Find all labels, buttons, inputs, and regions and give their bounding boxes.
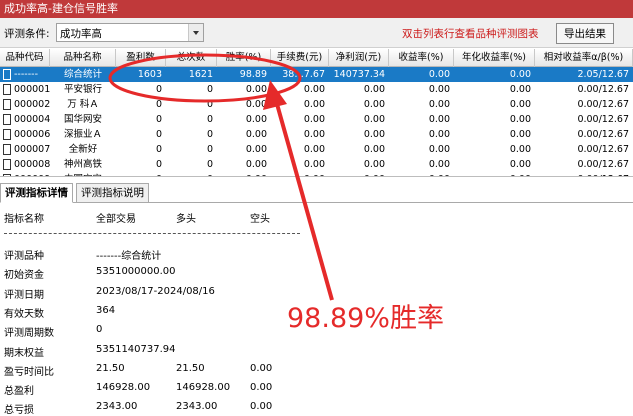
annotation-text: 98.89%胜率 <box>287 303 444 334</box>
annotation-arrow-line <box>275 103 334 301</box>
annotation-overlay <box>108 53 334 301</box>
annotation-arrowhead <box>263 80 287 110</box>
tab-metric-details[interactable]: 评测指标详情 <box>0 183 73 203</box>
